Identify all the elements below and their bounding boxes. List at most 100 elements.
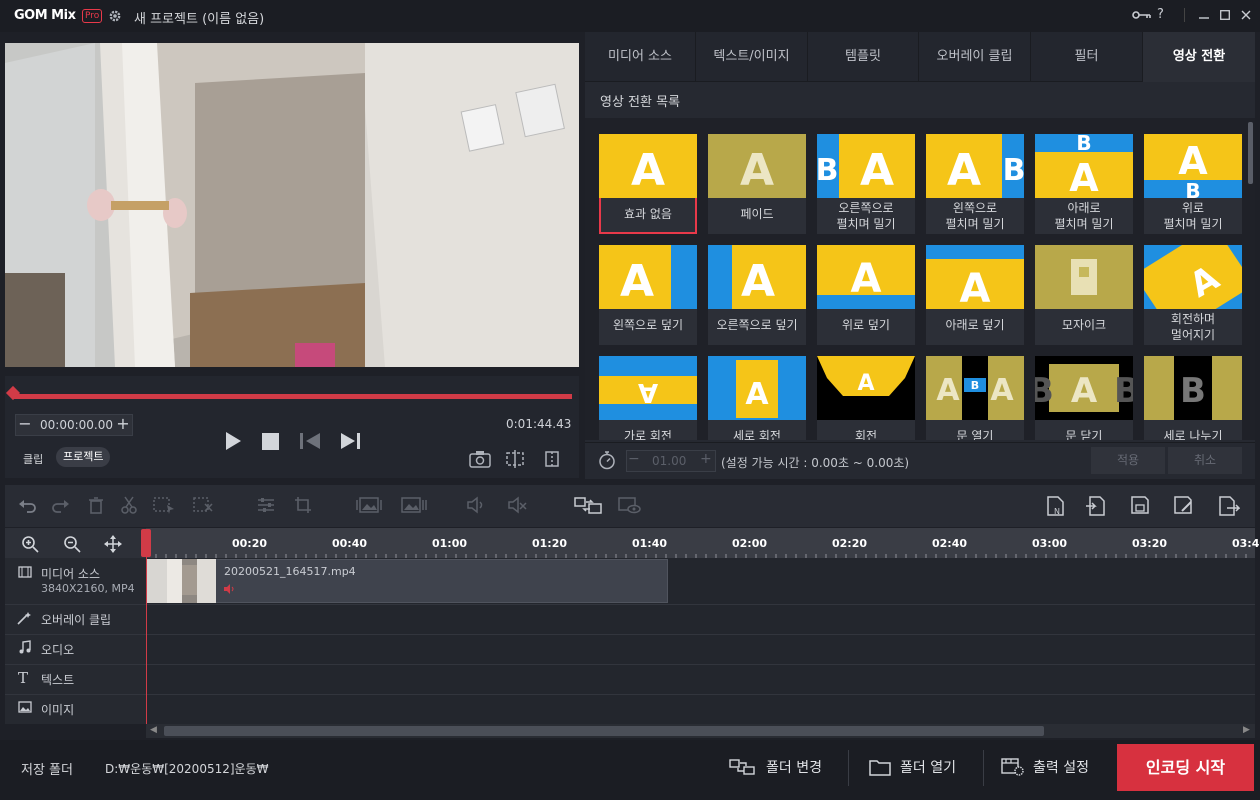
stop-icon[interactable] — [262, 433, 279, 450]
transition-thumbnail: A — [708, 245, 806, 309]
transition-label: 모자이크 — [1061, 318, 1107, 332]
tab-overlay-clip[interactable]: 오버레이 클립 — [919, 32, 1031, 82]
image-insert-icon[interactable] — [401, 496, 427, 514]
music-note-icon — [18, 640, 32, 654]
transition-tile[interactable]: B A 아래로 펼치며 밀기 — [1035, 134, 1133, 234]
playhead-handle[interactable] — [141, 529, 151, 557]
volume-icon[interactable] — [466, 496, 486, 514]
save-folder-label: 저장 폴더 — [21, 763, 73, 778]
split-view-icon[interactable] — [506, 450, 524, 468]
scroll-right-icon[interactable]: ▶ — [1243, 725, 1250, 735]
fit-timeline-icon[interactable] — [104, 535, 122, 553]
next-frame-icon[interactable] — [339, 432, 361, 450]
transition-thumbnail: A — [817, 245, 915, 309]
clip-filename: 20200521_164517.mp4 — [224, 565, 356, 578]
transition-tile[interactable]: A 아래로 덮기 — [926, 245, 1024, 345]
image-frame-icon[interactable] — [356, 496, 382, 514]
replace-clip-icon[interactable] — [574, 496, 602, 514]
delete-icon[interactable] — [88, 496, 104, 514]
change-folder-button[interactable]: 폴더 변경 — [766, 757, 822, 777]
crop-icon[interactable] — [294, 496, 312, 514]
apply-button[interactable]: 적용 — [1091, 447, 1165, 474]
save-project-icon[interactable] — [1131, 496, 1149, 514]
snapshot-camera-icon[interactable] — [469, 450, 491, 468]
svg-text:A: A — [745, 377, 769, 412]
scroll-left-icon[interactable]: ◀ — [150, 725, 157, 735]
key-icon[interactable] — [1132, 8, 1152, 22]
folder-icon[interactable] — [869, 758, 891, 776]
previous-frame-icon[interactable] — [300, 432, 322, 450]
duration-decrement-button[interactable]: − — [628, 451, 640, 467]
open-project-icon[interactable] — [1085, 496, 1105, 516]
tab-media-source[interactable]: 미디어 소스 — [585, 32, 696, 82]
transition-thumbnail: BA — [1144, 134, 1242, 198]
select-range-icon[interactable] — [153, 496, 175, 514]
adjust-sliders-icon[interactable] — [257, 496, 275, 514]
minimize-icon[interactable] — [1199, 8, 1209, 22]
mode-project-toggle[interactable]: 프로젝트 — [56, 447, 111, 467]
transition-tile[interactable]: A 회전하며 멀어지기 — [1144, 245, 1242, 345]
undo-icon[interactable] — [18, 496, 36, 514]
timecode-increment-button[interactable]: + — [113, 414, 133, 436]
track-media-source: 미디어 소스 — [41, 567, 101, 581]
help-icon[interactable]: ? — [1157, 7, 1164, 22]
titlebar-divider — [1184, 8, 1185, 22]
transition-tile[interactable]: A 효과 없음 — [599, 134, 697, 234]
mode-clip-toggle[interactable]: 클립 — [23, 451, 43, 467]
transition-tile[interactable]: B A 왼쪽으로 펼치며 밀기 — [926, 134, 1024, 234]
start-encoding-button[interactable]: 인코딩 시작 — [1117, 744, 1254, 791]
transition-label: 왼쪽으로 펼치며 밀기 — [945, 201, 1005, 231]
tab-text-image[interactable]: 텍스트/이미지 — [696, 32, 808, 82]
mute-icon[interactable] — [507, 496, 527, 514]
transition-thumbnail: BA — [1035, 134, 1133, 198]
transition-tile[interactable]: A 오른쪽으로 덮기 — [708, 245, 806, 345]
open-folder-button[interactable]: 폴더 열기 — [900, 757, 956, 777]
transition-list-title: 영상 전환 목록 — [600, 95, 681, 110]
change-folder-icon[interactable] — [729, 758, 755, 776]
play-icon[interactable] — [224, 431, 242, 451]
redo-icon[interactable] — [52, 496, 70, 514]
transition-tile[interactable]: A 위로 덮기 — [817, 245, 915, 345]
close-icon[interactable] — [1241, 8, 1251, 22]
transition-tile[interactable]: A 왼쪽으로 덮기 — [599, 245, 697, 345]
timeline-scrollbar-thumb[interactable] — [164, 726, 1044, 736]
tab-template[interactable]: 템플릿 — [808, 32, 919, 82]
output-settings-icon[interactable] — [1001, 757, 1025, 777]
duration-value[interactable]: 01.00 — [652, 454, 686, 468]
transition-tile[interactable]: A 페이드 — [708, 134, 806, 234]
timecode-value[interactable]: 00:00:00.00 — [40, 418, 113, 432]
cut-icon[interactable] — [120, 496, 138, 514]
fullscreen-compare-icon[interactable] — [543, 450, 561, 468]
transition-list-scrollbar[interactable] — [1248, 122, 1253, 184]
transition-tile[interactable]: B A 위로 펼치며 밀기 — [1144, 134, 1242, 234]
maximize-icon[interactable] — [1220, 8, 1230, 22]
svg-text:A: A — [620, 256, 654, 307]
preview-clip-icon[interactable] — [618, 496, 642, 514]
zoom-in-icon[interactable] — [21, 535, 39, 553]
tab-filter[interactable]: 필터 — [1031, 32, 1143, 82]
cancel-button[interactable]: 취소 — [1168, 447, 1242, 474]
transition-thumbnail: B — [1144, 356, 1242, 420]
export-project-icon[interactable] — [1218, 496, 1240, 516]
panel-tabs: 미디어 소스 텍스트/이미지 템플릿 오버레이 클립 필터 영상 전환 — [585, 32, 1255, 82]
transition-thumbnail: A — [817, 356, 915, 420]
timecode-decrement-button[interactable]: − — [15, 414, 35, 436]
playhead-line[interactable] — [146, 530, 147, 724]
transition-tile[interactable]: 모자이크 — [1035, 245, 1133, 345]
gear-icon[interactable] — [108, 9, 122, 23]
output-settings-button[interactable]: 출력 설정 — [1033, 757, 1089, 777]
duration-increment-button[interactable]: + — [700, 451, 712, 467]
new-project-icon[interactable]: N — [1046, 496, 1066, 516]
video-preview[interactable] — [5, 43, 579, 367]
trim-clip-icon[interactable] — [193, 496, 213, 514]
ruler-tick-label: 00:20 — [232, 537, 268, 550]
svg-text:B: B — [817, 153, 838, 188]
save-as-icon[interactable] — [1174, 496, 1194, 514]
seek-bar[interactable] — [12, 394, 572, 399]
seek-bar-area — [5, 376, 579, 404]
tab-transition[interactable]: 영상 전환 — [1143, 32, 1255, 82]
transition-tile[interactable]: B A 오른쪽으로 펼치며 밀기 — [817, 134, 915, 234]
svg-text:A: A — [741, 256, 775, 307]
zoom-out-icon[interactable] — [63, 535, 81, 553]
transition-thumbnail: AB B — [1035, 356, 1133, 420]
